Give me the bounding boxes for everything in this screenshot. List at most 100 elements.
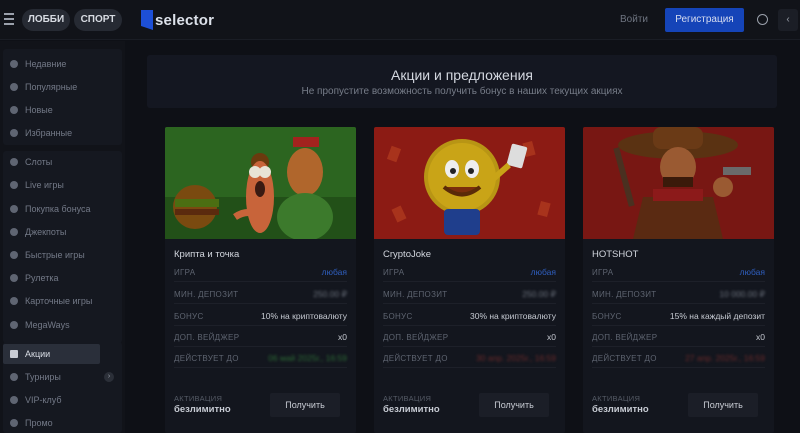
detail-label: МИН. ДЕПОЗИТ [174,290,239,299]
detail-value: 06 май 2025г., 16:59 [268,353,347,363]
sidebar-item-label: Турниры [25,372,61,382]
promo-card-image[interactable] [583,127,774,239]
detail-value: 30 апр. 2025г., 16:59 [476,353,556,363]
bonus-icon [9,204,19,214]
detail-label: ИГРА [174,268,196,277]
promo-detail-row: ДОП. ВЕЙДЖЕР x0 [592,327,765,347]
sidebar-item-fast-games[interactable]: Быстрые игры [3,245,119,265]
promo-detail-row: ИГРА любая [383,262,556,282]
detail-value: 250.00 ₽ [313,289,347,299]
login-button[interactable]: Войти [612,10,656,30]
sidebar-item-label: Джекпоты [25,227,67,237]
detail-label: БОНУС [383,312,413,321]
activation-label: АКТИВАЦИЯ [383,394,432,403]
promo-detail-row: ДЕЙСТВУЕТ ДО 27 апр. 2025г., 16:59 [592,348,765,368]
promo-detail-row: ДОП. ВЕЙДЖЕР x0 [174,327,347,347]
promo-detail-row: БОНУС 15% на каждый депозит [592,306,765,326]
detail-value: x0 [756,332,765,342]
detail-value: 10 000.00 ₽ [719,289,765,299]
sidebar-item-popular[interactable]: Популярные [3,77,119,97]
detail-value: 15% на каждый депозит [669,311,765,321]
sidebar-item-jackpots[interactable]: Джекпоты [3,222,119,242]
promo-detail-row: МИН. ДЕПОЗИТ 250.00 ₽ [174,284,347,304]
sidebar-item-recent[interactable]: Недавние [3,54,119,74]
gift-icon [9,349,19,359]
trophy-icon [9,372,19,382]
sport-button[interactable]: СПОРТ [74,9,122,31]
sidebar-item-label: Акции [25,349,51,359]
sidebar-item-label: Недавние [25,59,67,69]
megaways-icon [9,320,19,330]
detail-value: 250.00 ₽ [522,289,556,299]
menu-icon[interactable] [4,13,14,25]
globe-icon[interactable] [757,14,768,25]
sidebar-item-card-games[interactable]: Карточные игры [3,291,119,311]
logo-text: selector [155,11,215,29]
sidebar-item-favorites[interactable]: Избранные [3,123,119,143]
get-bonus-button[interactable]: Получить [479,393,549,417]
detail-label: ДЕЙСТВУЕТ ДО [174,354,239,363]
get-bonus-button[interactable]: Получить [270,393,340,417]
promo-detail-row: ДЕЙСТВУЕТ ДО 06 май 2025г., 16:59 [174,348,347,368]
detail-value-link[interactable]: любая [740,267,765,277]
sidebar-item-label: Покупка бонуса [25,204,91,214]
jackpot-icon [9,227,19,237]
detail-label: МИН. ДЕПОЗИТ [383,290,448,299]
sidebar-item-tournaments[interactable]: Турниры › [3,367,119,387]
lobby-button[interactable]: ЛОББИ [22,9,70,31]
sidebar: Недавние Популярные Новые Избранные Слот… [0,41,125,433]
detail-value-link[interactable]: любая [322,267,347,277]
register-button[interactable]: Регистрация [665,8,744,32]
page-subtitle: Не пропустите возможность получить бонус… [301,86,623,97]
sidebar-item-label: MegaWays [25,320,70,330]
chevron-right-icon[interactable]: › [104,372,114,382]
sidebar-item-megaways[interactable]: MegaWays [3,315,119,335]
page-title: Акции и предложения [391,67,533,83]
detail-label: БОНУС [174,312,204,321]
sidebar-item-roulette[interactable]: Рулетка [3,268,119,288]
sidebar-item-promotions[interactable]: Акции [3,344,100,364]
promo-icon [9,418,19,428]
detail-label: ИГРА [383,268,405,277]
sidebar-item-label: Новые [25,105,53,115]
promo-card: Крипта и точка ИГРА любая МИН. ДЕПОЗИТ 250… [165,127,356,433]
sidebar-item-vip[interactable]: VIP-клуб [3,390,119,410]
promo-detail-row: ДОП. ВЕЙДЖЕР x0 [383,327,556,347]
sidebar-item-label: Live игры [25,180,64,190]
detail-value: 10% на криптовалюту [260,311,347,321]
detail-value: 30% на криптовалюту [469,311,556,321]
detail-label: ДОП. ВЕЙДЖЕР [174,333,240,342]
activation-value: безлимитно [174,404,231,415]
detail-label: ДОП. ВЕЙДЖЕР [383,333,449,342]
sidebar-item-label: Популярные [25,82,78,92]
slots-icon [9,157,19,167]
sidebar-item-bonus-buy[interactable]: Покупка бонуса [3,199,119,219]
collapse-sidebar-button[interactable]: ‹ [778,9,798,31]
promo-card: HOTSHOT ИГРА любая МИН. ДЕПОЗИТ 10 000.00 … [583,127,774,433]
sidebar-item-live[interactable]: Live игры [3,175,119,195]
top-bar: ЛОББИ СПОРТ selector Войти Регистрация ‹ [0,0,800,40]
sidebar-item-promo[interactable]: Промо [3,413,119,433]
promo-card-title: Крипта и точка [174,249,240,260]
sidebar-item-slots[interactable]: Слоты [3,152,119,172]
detail-label: ДОП. ВЕЙДЖЕР [592,333,658,342]
get-bonus-button[interactable]: Получить [688,393,758,417]
site-logo[interactable]: selector [141,9,214,31]
heart-icon [9,128,19,138]
bolt-icon [9,250,19,260]
promo-detail-row: БОНУС 10% на криптовалюту [174,306,347,326]
detail-label: ДЕЙСТВУЕТ ДО [383,354,448,363]
promo-detail-row: ИГРА любая [592,262,765,282]
roulette-icon [9,273,19,283]
promo-card-image[interactable] [374,127,565,239]
sidebar-item-label: Рулетка [25,273,59,283]
detail-label: ДЕЙСТВУЕТ ДО [592,354,657,363]
star-icon [9,395,19,405]
detail-value-link[interactable]: любая [531,267,556,277]
promo-card-image[interactable] [165,127,356,239]
sidebar-item-new[interactable]: Новые [3,100,119,120]
fire-icon [9,82,19,92]
sidebar-item-label: Карточные игры [25,296,93,306]
diamond-icon [9,105,19,115]
promo-header-banner: Акции и предложения Не пропустите возмож… [147,55,777,108]
